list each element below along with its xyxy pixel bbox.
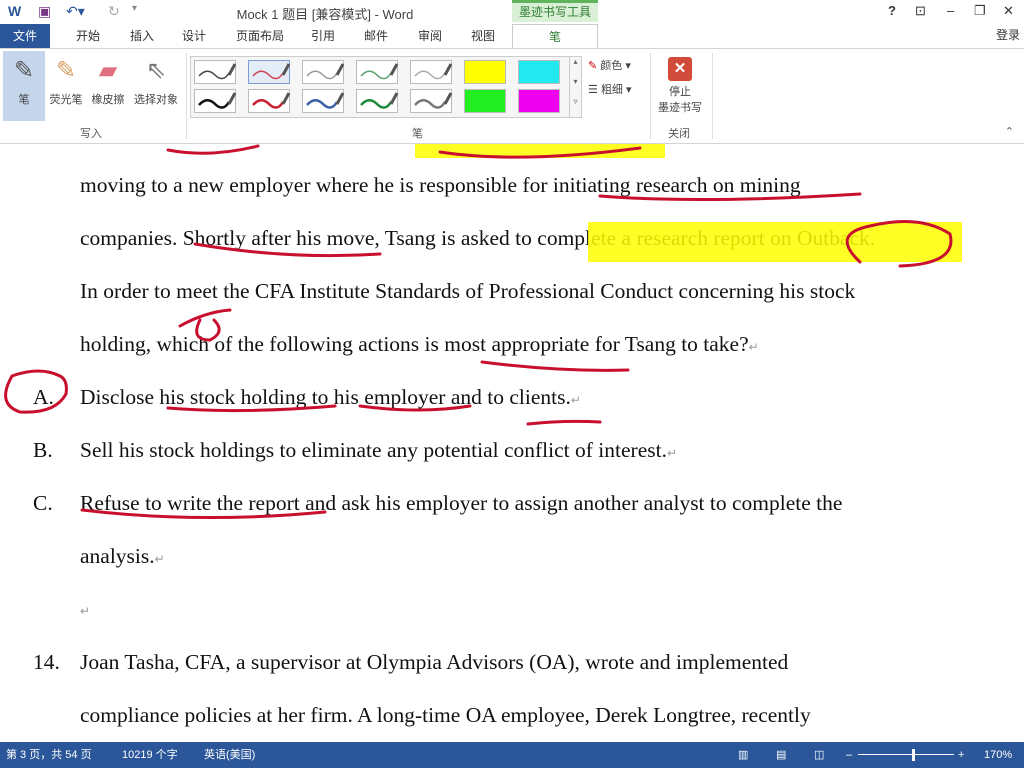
title-bar: W ▣ ↶▾ ↻ ▾ Mock 1 题目 [兼容模式] - Word 墨迹书写工… [0, 0, 1024, 24]
eraser-icon: ▰ [98, 57, 118, 84]
pen-gallery: ▴ ▾ ▿ [190, 56, 582, 118]
tab-page-layout[interactable]: 页面布局 [230, 24, 290, 48]
tab-insert[interactable]: 插入 [124, 24, 160, 48]
language[interactable]: 英语(美国) [204, 742, 255, 768]
gallery-scroll-down[interactable]: ▾ [569, 77, 581, 97]
body-line: companies. Shortly after his move, Tsang… [80, 226, 876, 250]
ink-stroke [166, 144, 260, 155]
pen-swatch[interactable] [248, 60, 291, 84]
gallery-more[interactable]: ▿ [569, 97, 581, 117]
minimize-button[interactable]: – [947, 3, 954, 18]
close-x-icon: ✕ [668, 57, 692, 81]
pen-swatch[interactable] [356, 89, 399, 113]
stop-inking-button[interactable]: ✕ 停止墨迹书写 [654, 51, 706, 121]
option-b-text[interactable]: Sell his stock holdings to eliminate any… [80, 438, 677, 463]
highlighter-swatch[interactable] [518, 60, 560, 84]
word-count[interactable]: 10219 个字 [122, 742, 178, 768]
tab-mailings[interactable]: 邮件 [358, 24, 394, 48]
pen-swatch[interactable] [248, 89, 291, 113]
ribbon: ✎ 笔 ✎ 荧光笔 ▰ 橡皮擦 ⇖ 选择对象 写入 ▴ ▾ ▿ 笔 ✎ 颜色 ▾ ☰ 粗细 … [0, 48, 1024, 144]
pen-icon: ✎ [13, 57, 35, 84]
option-b-label[interactable]: B. [33, 438, 53, 463]
pen-swatch[interactable] [302, 89, 345, 113]
option-c-label[interactable]: C. [33, 491, 53, 516]
thickness-label: 粗细 [600, 84, 623, 96]
option-a-text[interactable]: Disclose his stock holding to his employ… [80, 385, 581, 410]
zoom-in-button[interactable]: + [958, 742, 964, 768]
sign-in-link[interactable]: 登录 [996, 26, 1020, 43]
divider [712, 53, 713, 139]
page-count[interactable]: 第 3 页，共 54 页 [6, 742, 92, 768]
collapse-ribbon-icon[interactable]: ⌃ [1005, 125, 1014, 138]
help-button[interactable]: ? [888, 3, 896, 18]
select-objects-button[interactable]: ⇖ 选择对象 [130, 51, 182, 121]
highlighter-icon: ✎ [55, 57, 77, 84]
pen-swatch[interactable] [410, 89, 453, 113]
option-c-text[interactable]: Refuse to write the report and ask his e… [80, 491, 842, 516]
zoom-slider-thumb[interactable] [912, 749, 915, 761]
eraser-button[interactable]: ▰ 橡皮擦 [88, 51, 128, 121]
tab-review[interactable]: 审阅 [412, 24, 448, 48]
eraser-label: 橡皮擦 [91, 94, 125, 106]
select-label: 选择对象 [134, 94, 178, 106]
body-line: holding, which of the following actions … [80, 332, 759, 356]
group-label-close: 关闭 [668, 128, 690, 140]
empty-paragraph-mark: ↵ [80, 604, 91, 618]
web-layout-icon[interactable]: ◫ [814, 742, 824, 768]
stop-label: 停止 [669, 86, 691, 98]
highlighter-label: 荧光笔 [49, 94, 83, 106]
highlighter-button[interactable]: ✎ 荧光笔 [46, 51, 86, 121]
zoom-out-button[interactable]: – [846, 742, 852, 768]
color-icon: ✎ [588, 60, 598, 72]
read-mode-icon[interactable]: ▥ [738, 742, 748, 768]
pen-button[interactable]: ✎ 笔 [3, 51, 45, 121]
body-line: Joan Tasha, CFA, a supervisor at Olympia… [80, 650, 789, 674]
ink-stroke [438, 146, 642, 159]
pointer-icon: ⇖ [145, 57, 167, 84]
body-line: compliance policies at her firm. A long-… [80, 703, 811, 727]
close-button[interactable]: ✕ [1003, 3, 1014, 19]
status-bar: 第 3 页，共 54 页 10219 个字 英语(美国) ▥ ▤ ◫ – + 1… [0, 742, 1024, 768]
restore-button[interactable]: ❐ [974, 3, 986, 19]
divider [186, 53, 187, 139]
highlighter-swatch[interactable] [518, 89, 560, 113]
ink-stroke [526, 419, 602, 426]
thickness-button[interactable]: ☰ 粗细 ▾ [588, 81, 632, 97]
document-page: moving to a new employer where he is res… [0, 144, 1024, 742]
zoom-level[interactable]: 170% [984, 742, 1012, 768]
thickness-icon: ☰ [588, 84, 598, 96]
body-line: moving to a new employer where he is res… [80, 173, 801, 197]
tab-view[interactable]: 视图 [465, 24, 501, 48]
tab-file[interactable]: 文件 [0, 24, 50, 48]
inking-label: 墨迹书写 [658, 102, 702, 114]
option-a-label[interactable]: A. [33, 385, 54, 410]
group-label-write: 写入 [80, 128, 102, 140]
divider [650, 53, 651, 139]
pen-label: 笔 [18, 94, 30, 106]
color-button[interactable]: ✎ 颜色 ▾ [588, 57, 631, 73]
tab-design[interactable]: 设计 [176, 24, 212, 48]
tab-home[interactable]: 开始 [70, 24, 106, 48]
zoom-slider[interactable] [858, 754, 954, 755]
ink-tools-context-label: 墨迹书写工具 [512, 0, 598, 22]
group-label-pen: 笔 [412, 128, 423, 140]
pen-swatch[interactable] [410, 60, 453, 84]
pen-swatch[interactable] [356, 60, 399, 84]
pen-swatch[interactable] [194, 60, 237, 84]
option-c-cont: analysis.↵ [80, 544, 165, 568]
body-line: In order to meet the CFA Institute Stand… [80, 279, 856, 303]
tab-references[interactable]: 引用 [305, 24, 341, 48]
gallery-scroll-up[interactable]: ▴ [569, 57, 581, 77]
color-label: 颜色 [600, 60, 623, 72]
tab-pen[interactable]: 笔 [512, 24, 598, 48]
pen-swatch[interactable] [302, 60, 345, 84]
pen-swatch[interactable] [194, 89, 237, 113]
ink-stroke [480, 360, 630, 372]
ribbon-display-button[interactable]: ⊡ [915, 3, 926, 19]
ribbon-tabs: 文件 开始 插入 设计 页面布局 引用 邮件 审阅 视图 笔 登录 [0, 24, 1024, 48]
highlighter-swatch[interactable] [464, 60, 506, 84]
highlighter-swatch[interactable] [464, 89, 506, 113]
question-14-label: 14. [33, 650, 60, 674]
print-layout-icon[interactable]: ▤ [776, 742, 786, 768]
